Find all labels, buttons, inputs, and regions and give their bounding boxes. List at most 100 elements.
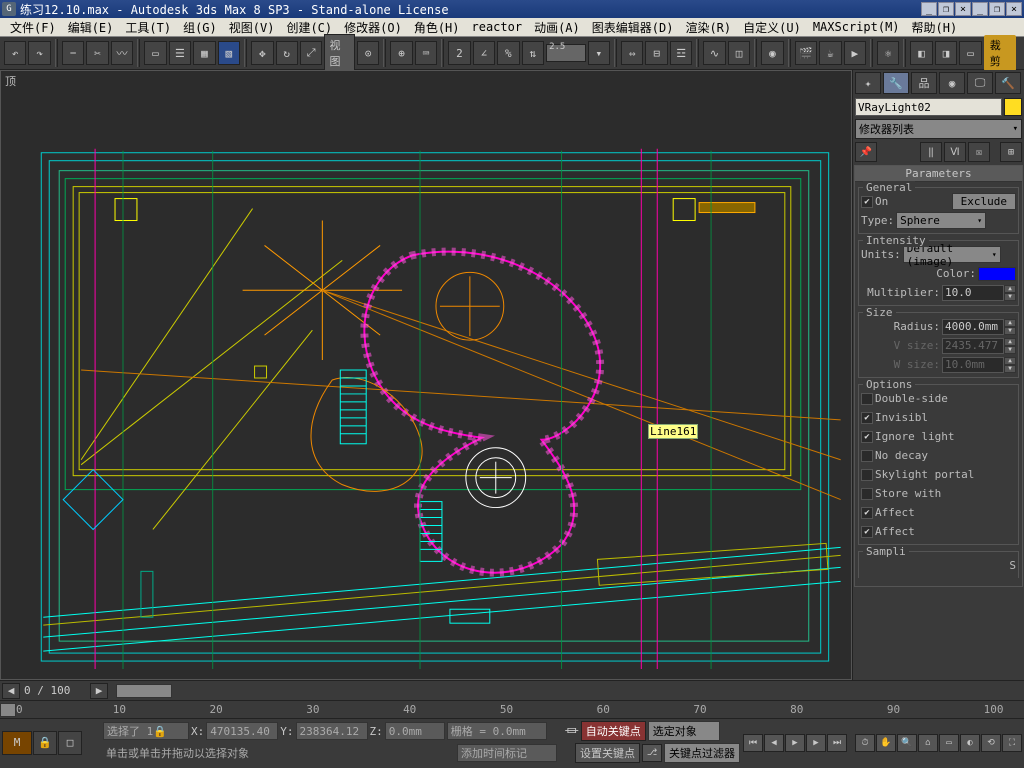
mirror-button[interactable]: ⇔ [621, 41, 643, 65]
auto-key-button[interactable]: 自动关键点 [581, 721, 646, 741]
minimize-button[interactable]: _ [921, 2, 937, 16]
scale-button[interactable]: ⤢ [300, 41, 322, 65]
time-slider-thumb[interactable] [116, 684, 172, 698]
invisible-checkbox[interactable] [861, 412, 873, 424]
crop-button[interactable]: 裁剪 [984, 35, 1016, 71]
nav-pan-button[interactable]: ✋ [876, 734, 896, 752]
coord-z[interactable]: 0.0mm [385, 722, 445, 740]
render-scene-button[interactable]: 🎬 [795, 41, 817, 65]
close-button[interactable]: × [955, 2, 971, 16]
menu-character[interactable]: 角色(H) [408, 17, 466, 38]
menu-graph[interactable]: 图表编辑器(D) [586, 17, 680, 38]
extra2-button[interactable]: ◨ [935, 41, 957, 65]
named-sel-button[interactable]: ▾ [588, 41, 610, 65]
minimize2-button[interactable]: _ [972, 2, 988, 16]
trackbar-scrubber[interactable] [0, 703, 16, 717]
menu-render[interactable]: 渲染(R) [679, 17, 737, 38]
next-frame-button[interactable]: ▶ [806, 734, 826, 752]
pivot-button[interactable]: ⊙ [357, 41, 379, 65]
menu-customize[interactable]: 自定义(U) [737, 17, 807, 38]
coord-y[interactable]: 238364.12 [296, 722, 368, 740]
time-right-button[interactable]: ▶ [90, 683, 108, 699]
doubleside-checkbox[interactable] [861, 393, 873, 405]
restore2-button[interactable]: ❐ [989, 2, 1005, 16]
storewith-checkbox[interactable] [861, 488, 873, 500]
key-target-dropdown[interactable]: 选定对象 [648, 721, 720, 741]
material-button[interactable]: ◉ [761, 41, 783, 65]
keyboard-shortcut-button[interactable]: ⌨ [415, 41, 437, 65]
time-left-button[interactable]: ◀ [2, 683, 20, 699]
isolate-button[interactable]: □ [58, 731, 82, 755]
goto-end-button[interactable]: ⏭ [827, 734, 847, 752]
utilities-tab[interactable]: 🔨 [995, 72, 1021, 94]
select-name-button[interactable]: ☰ [169, 41, 191, 65]
redo-button[interactable]: ↷ [28, 41, 50, 65]
nodecay-checkbox[interactable] [861, 450, 873, 462]
extra1-button[interactable]: ◧ [910, 41, 932, 65]
restore-button[interactable]: ❐ [938, 2, 954, 16]
select-link-button[interactable]: ⎯ [62, 41, 84, 65]
play-button[interactable]: ▶ [785, 734, 805, 752]
nav-zoom-button[interactable]: 🔍 [897, 734, 917, 752]
affect2-checkbox[interactable] [861, 526, 873, 538]
bind-spacewarp-button[interactable]: 〰 [111, 41, 133, 65]
nav-fov-button[interactable]: ◐ [960, 734, 980, 752]
menu-tools[interactable]: 工具(T) [119, 17, 177, 38]
key-filter-button[interactable]: 关键点过滤器 [664, 743, 740, 763]
undo-button[interactable]: ↶ [4, 41, 26, 65]
snap-2d-button[interactable]: 2 [448, 41, 470, 65]
render-last-button[interactable]: ▶ [844, 41, 866, 65]
menu-group[interactable]: 组(G) [177, 17, 223, 38]
show-end-button[interactable]: ‖ [920, 142, 942, 162]
configure-button[interactable]: ⊞ [1000, 142, 1022, 162]
spinner-snap-button[interactable]: ⇅ [522, 41, 544, 65]
extra3-button[interactable]: ▭ [959, 41, 981, 65]
menu-views[interactable]: 视图(V) [223, 17, 281, 38]
menu-help[interactable]: 帮助(H) [906, 17, 964, 38]
nav-region-button[interactable]: ▭ [939, 734, 959, 752]
object-name-field[interactable]: VRayLight02 [855, 98, 1002, 116]
modifier-list-dropdown[interactable]: 修改器列表 [855, 119, 1022, 139]
viewport-canvas[interactable] [1, 71, 851, 679]
maxscript-mini-button[interactable]: M [2, 731, 32, 755]
create-tab[interactable]: ✦ [855, 72, 881, 94]
schematic-button[interactable]: ◫ [728, 41, 750, 65]
select-region-button[interactable]: ▦ [193, 41, 215, 65]
select-manip-button[interactable]: ⊕ [390, 41, 412, 65]
nav-zoom-ext-button[interactable]: ⌂ [918, 734, 938, 752]
object-color-swatch[interactable] [1004, 98, 1022, 116]
curve-editor-button[interactable]: ∿ [703, 41, 725, 65]
goto-start-button[interactable]: ⏮ [743, 734, 763, 752]
modify-tab[interactable]: 🔧 [883, 72, 909, 94]
key-icon[interactable]: ⏛ [565, 721, 579, 741]
reactor-button[interactable]: ⚛ [877, 41, 899, 65]
select-button[interactable]: ▭ [144, 41, 166, 65]
display-tab[interactable]: 🖵 [967, 72, 993, 94]
pin-stack-button[interactable]: 📌 [855, 142, 877, 162]
move-button[interactable]: ✥ [251, 41, 273, 65]
menu-edit[interactable]: 编辑(E) [62, 17, 120, 38]
key-mode-icon[interactable]: ⎇ [642, 744, 662, 762]
align-button[interactable]: ⊟ [645, 41, 667, 65]
on-checkbox[interactable] [861, 196, 873, 208]
motion-tab[interactable]: ◉ [939, 72, 965, 94]
hierarchy-tab[interactable]: 品 [911, 72, 937, 94]
multiplier-spinner[interactable]: ▲▼ [942, 285, 1016, 301]
ref-coord-dropdown[interactable]: 视图 [324, 34, 354, 72]
quick-render-button[interactable]: ☕ [819, 41, 841, 65]
type-dropdown[interactable]: Sphere [896, 212, 986, 229]
snap-angle-button[interactable]: ∠ [473, 41, 495, 65]
menu-reactor[interactable]: reactor [466, 18, 529, 36]
timeline-ruler[interactable]: 0102030405060708090100 [0, 700, 1024, 718]
exclude-button[interactable]: Exclude [952, 193, 1016, 210]
skylight-checkbox[interactable] [861, 469, 873, 481]
nav-orbit-button[interactable]: ⟲ [981, 734, 1001, 752]
add-time-tag[interactable]: 添加时间标记 [457, 744, 557, 762]
angle-snap-field[interactable]: 2.5 [546, 44, 585, 62]
affect1-checkbox[interactable] [861, 507, 873, 519]
unlink-button[interactable]: ✂ [86, 41, 108, 65]
viewport-top[interactable]: 顶 [0, 70, 852, 680]
lock-selection-button[interactable]: 🔒 [33, 731, 57, 755]
color-swatch[interactable] [978, 267, 1016, 281]
remove-mod-button[interactable]: ☒ [968, 142, 990, 162]
